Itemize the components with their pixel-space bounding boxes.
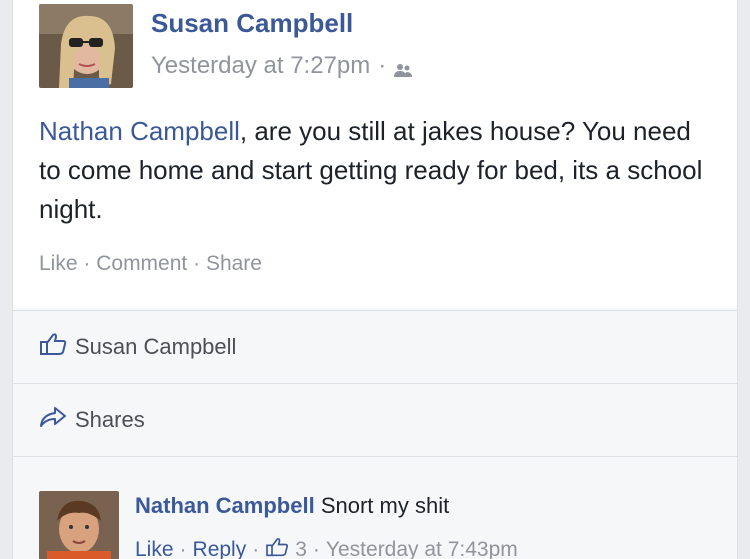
comment-separator: · (252, 538, 260, 559)
likes-row[interactable]: Susan Campbell (13, 310, 737, 382)
comment: Nathan Campbell Snort my shit Like · Rep… (13, 456, 737, 559)
shares-row[interactable]: Shares (13, 383, 737, 455)
like-button[interactable]: Like (39, 252, 78, 275)
comment-button[interactable]: Comment (96, 252, 187, 275)
thumbs-up-icon (265, 537, 289, 559)
action-separator: · (83, 252, 91, 275)
post-meta: Yesterday at 7:27pm · (151, 52, 413, 80)
comment-body: Nathan Campbell Snort my shit (135, 493, 449, 519)
author-avatar[interactable] (39, 4, 133, 88)
action-separator: · (193, 252, 201, 275)
comment-reply-button[interactable]: Reply (193, 538, 247, 559)
commenter-avatar[interactable] (39, 491, 119, 559)
share-button[interactable]: Share (206, 252, 262, 275)
mention-link[interactable]: Nathan Campbell (39, 116, 240, 146)
post-card: Susan Campbell Yesterday at 7:27pm · Nat… (12, 0, 738, 559)
thumbs-up-icon (39, 332, 67, 362)
comment-separator: · (179, 538, 187, 559)
comment-separator: · (312, 538, 320, 559)
post-timestamp[interactable]: Yesterday at 7:27pm (151, 52, 370, 80)
comment-like-button[interactable]: Like (135, 538, 174, 559)
commenter-name[interactable]: Nathan Campbell (135, 493, 315, 518)
post: Susan Campbell Yesterday at 7:27pm · Nat… (13, 0, 737, 308)
meta-separator: · (378, 52, 387, 79)
likes-label[interactable]: Susan Campbell (75, 334, 236, 360)
comment-text: Snort my shit (320, 493, 450, 518)
shares-label[interactable]: Shares (75, 407, 145, 433)
post-actions: Like · Comment · Share (39, 252, 262, 276)
comment-actions: Like · Reply · 3 · Yesterday at 7:43pm (135, 537, 518, 559)
share-arrow-icon (39, 405, 67, 435)
post-author-name[interactable]: Susan Campbell (151, 8, 353, 39)
comment-timestamp[interactable]: Yesterday at 7:43pm (326, 538, 518, 559)
comment-like-count[interactable]: 3 (295, 538, 307, 559)
post-text: Nathan Campbell, are you still at jakes … (39, 112, 719, 229)
friends-icon[interactable] (394, 58, 413, 77)
